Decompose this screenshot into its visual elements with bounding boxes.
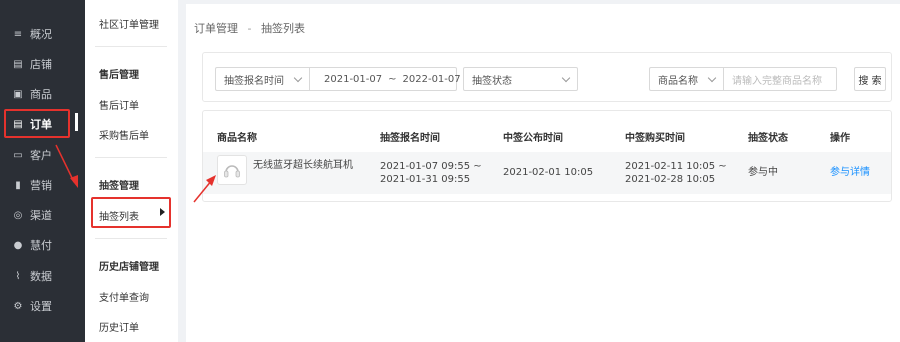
breadcrumb-parent[interactable]: 订单管理 — [194, 22, 238, 35]
nav-item-label: 客户 — [30, 149, 52, 162]
nav-item-data[interactable]: ⌇ 数据 — [0, 264, 85, 288]
buy-end: 2021-02-28 10:05 — [625, 174, 716, 185]
submenu-divider — [95, 46, 167, 47]
nav-item-label: 数据 — [30, 270, 52, 283]
column-header-buy-time: 中签购买时间 — [625, 133, 685, 144]
chevron-down-icon — [293, 73, 303, 82]
list-icon: ≡ — [13, 28, 23, 40]
highlight-box-orders — [4, 109, 70, 138]
column-header-action: 操作 — [830, 133, 850, 144]
nav-item-label: 渠道 — [30, 209, 52, 222]
column-header-status: 抽签状态 — [748, 133, 788, 144]
nav-active-indicator — [75, 113, 78, 131]
submenu-community-orders[interactable]: 社区订单管理 — [99, 16, 159, 31]
time-type-value: 抽签报名时间 — [224, 75, 284, 87]
nav-item-label: 商品 — [30, 88, 52, 101]
nav-item-marketing[interactable]: ▮ 营销 — [0, 173, 85, 197]
highlight-box-lottery-list — [91, 197, 171, 228]
nav-item-store[interactable]: ▤ 店铺 — [0, 52, 85, 76]
nav-item-pay[interactable]: ● 慧付 — [0, 233, 85, 257]
breadcrumb: 订单管理 - 抽签列表 — [194, 20, 305, 36]
product-name-input[interactable]: 请输入完整商品名称 — [723, 67, 837, 91]
date-range-picker[interactable]: 2021-01-07 ~ 2022-01-07 — [309, 67, 469, 91]
column-header-product: 商品名称 — [217, 133, 257, 144]
nav-item-customers[interactable]: ▭ 客户 — [0, 143, 85, 167]
chevron-down-icon — [561, 73, 571, 82]
data-icon: ⌇ — [15, 270, 21, 282]
product-name-placeholder: 请输入完整商品名称 — [732, 75, 822, 87]
column-header-signup-time: 抽签报名时间 — [380, 133, 440, 144]
lottery-status-select[interactable]: 抽签状态 — [463, 67, 578, 91]
submenu-group-history: 历史店铺管理 — [99, 262, 159, 273]
submenu-purchase-after-sale[interactable]: 采购售后单 — [99, 127, 149, 142]
lottery-status: 参与中 — [748, 167, 778, 178]
time-type-select[interactable]: 抽签报名时间 — [215, 67, 309, 91]
submenu-history-orders[interactable]: 历史订单 — [99, 319, 139, 334]
lottery-table: 商品名称 抽签报名时间 中签公布时间 中签购买时间 抽签状态 操作 无线蓝牙超长… — [202, 110, 892, 202]
submenu-group-lottery: 抽签管理 — [99, 181, 139, 192]
search-button[interactable]: 搜 索 — [854, 67, 886, 91]
submenu-divider — [95, 238, 167, 239]
submenu-group-after-sale: 售后管理 — [99, 70, 139, 81]
nav-item-label: 慧付 — [30, 239, 52, 252]
lottery-status-placeholder: 抽签状态 — [472, 75, 512, 87]
signup-start: 2021-01-07 09:55 ~ — [380, 161, 482, 172]
nav-item-goods[interactable]: ▣ 商品 — [0, 82, 85, 106]
breadcrumb-current: 抽签列表 — [260, 22, 305, 35]
store-icon: ▤ — [13, 58, 23, 70]
order-submenu: 社区订单管理 售后管理 售后订单 采购售后单 抽签管理 抽签列表 历史店铺管理 … — [85, 0, 178, 342]
submenu-payment-query[interactable]: 支付单查询 — [99, 289, 149, 304]
main-content: 订单管理 - 抽签列表 抽签报名时间 2021-01-07 ~ 2022-01-… — [186, 4, 900, 342]
headphones-icon — [224, 165, 240, 178]
app-root: ≡ 概况 ▤ 店铺 ▣ 商品 ▤ 订单 ▭ 客户 ▮ 营销 ◎ 渠道 ● 慧付 — [0, 0, 900, 342]
nav-item-overview[interactable]: ≡ 概况 — [0, 22, 85, 46]
nav-item-label: 店铺 — [30, 58, 52, 71]
nav-item-settings[interactable]: ⚙ 设置 — [0, 294, 85, 318]
settings-icon: ⚙ — [13, 300, 23, 312]
announce-time: 2021-02-01 10:05 — [503, 167, 594, 178]
customer-icon: ▭ — [13, 149, 23, 161]
submenu-after-sale-orders[interactable]: 售后订单 — [99, 97, 139, 112]
product-name[interactable]: 无线蓝牙超长续航耳机 — [253, 159, 353, 172]
pay-icon: ● — [13, 239, 23, 251]
date-end: 2022-01-07 — [402, 73, 461, 85]
submenu-divider — [95, 157, 167, 158]
nav-item-channels[interactable]: ◎ 渠道 — [0, 203, 85, 227]
buy-start: 2021-02-11 10:05 ~ — [625, 161, 727, 172]
breadcrumb-separator: - — [247, 22, 252, 35]
product-field-select[interactable]: 商品名称 — [649, 67, 723, 91]
signup-end: 2021-01-31 09:55 — [380, 174, 471, 185]
main-nav: ≡ 概况 ▤ 店铺 ▣ 商品 ▤ 订单 ▭ 客户 ▮ 营销 ◎ 渠道 ● 慧付 — [0, 0, 85, 342]
participation-details-link[interactable]: 参与详情 — [830, 166, 870, 179]
chart-icon: ▮ — [15, 179, 21, 191]
bag-icon: ▣ — [13, 88, 23, 100]
column-header-announce-time: 中签公布时间 — [503, 133, 563, 144]
date-start: 2021-01-07 — [324, 73, 383, 85]
date-range-separator: ~ — [388, 73, 397, 85]
chevron-down-icon — [707, 73, 717, 82]
product-field-value: 商品名称 — [658, 75, 698, 87]
filter-bar: 抽签报名时间 2021-01-07 ~ 2022-01-07 抽签状态 商品名称… — [202, 52, 892, 102]
nav-item-label: 概况 — [30, 28, 52, 41]
channel-icon: ◎ — [13, 209, 23, 221]
nav-item-label: 设置 — [30, 300, 52, 313]
product-thumbnail[interactable] — [217, 155, 247, 185]
nav-item-label: 营销 — [30, 179, 52, 192]
